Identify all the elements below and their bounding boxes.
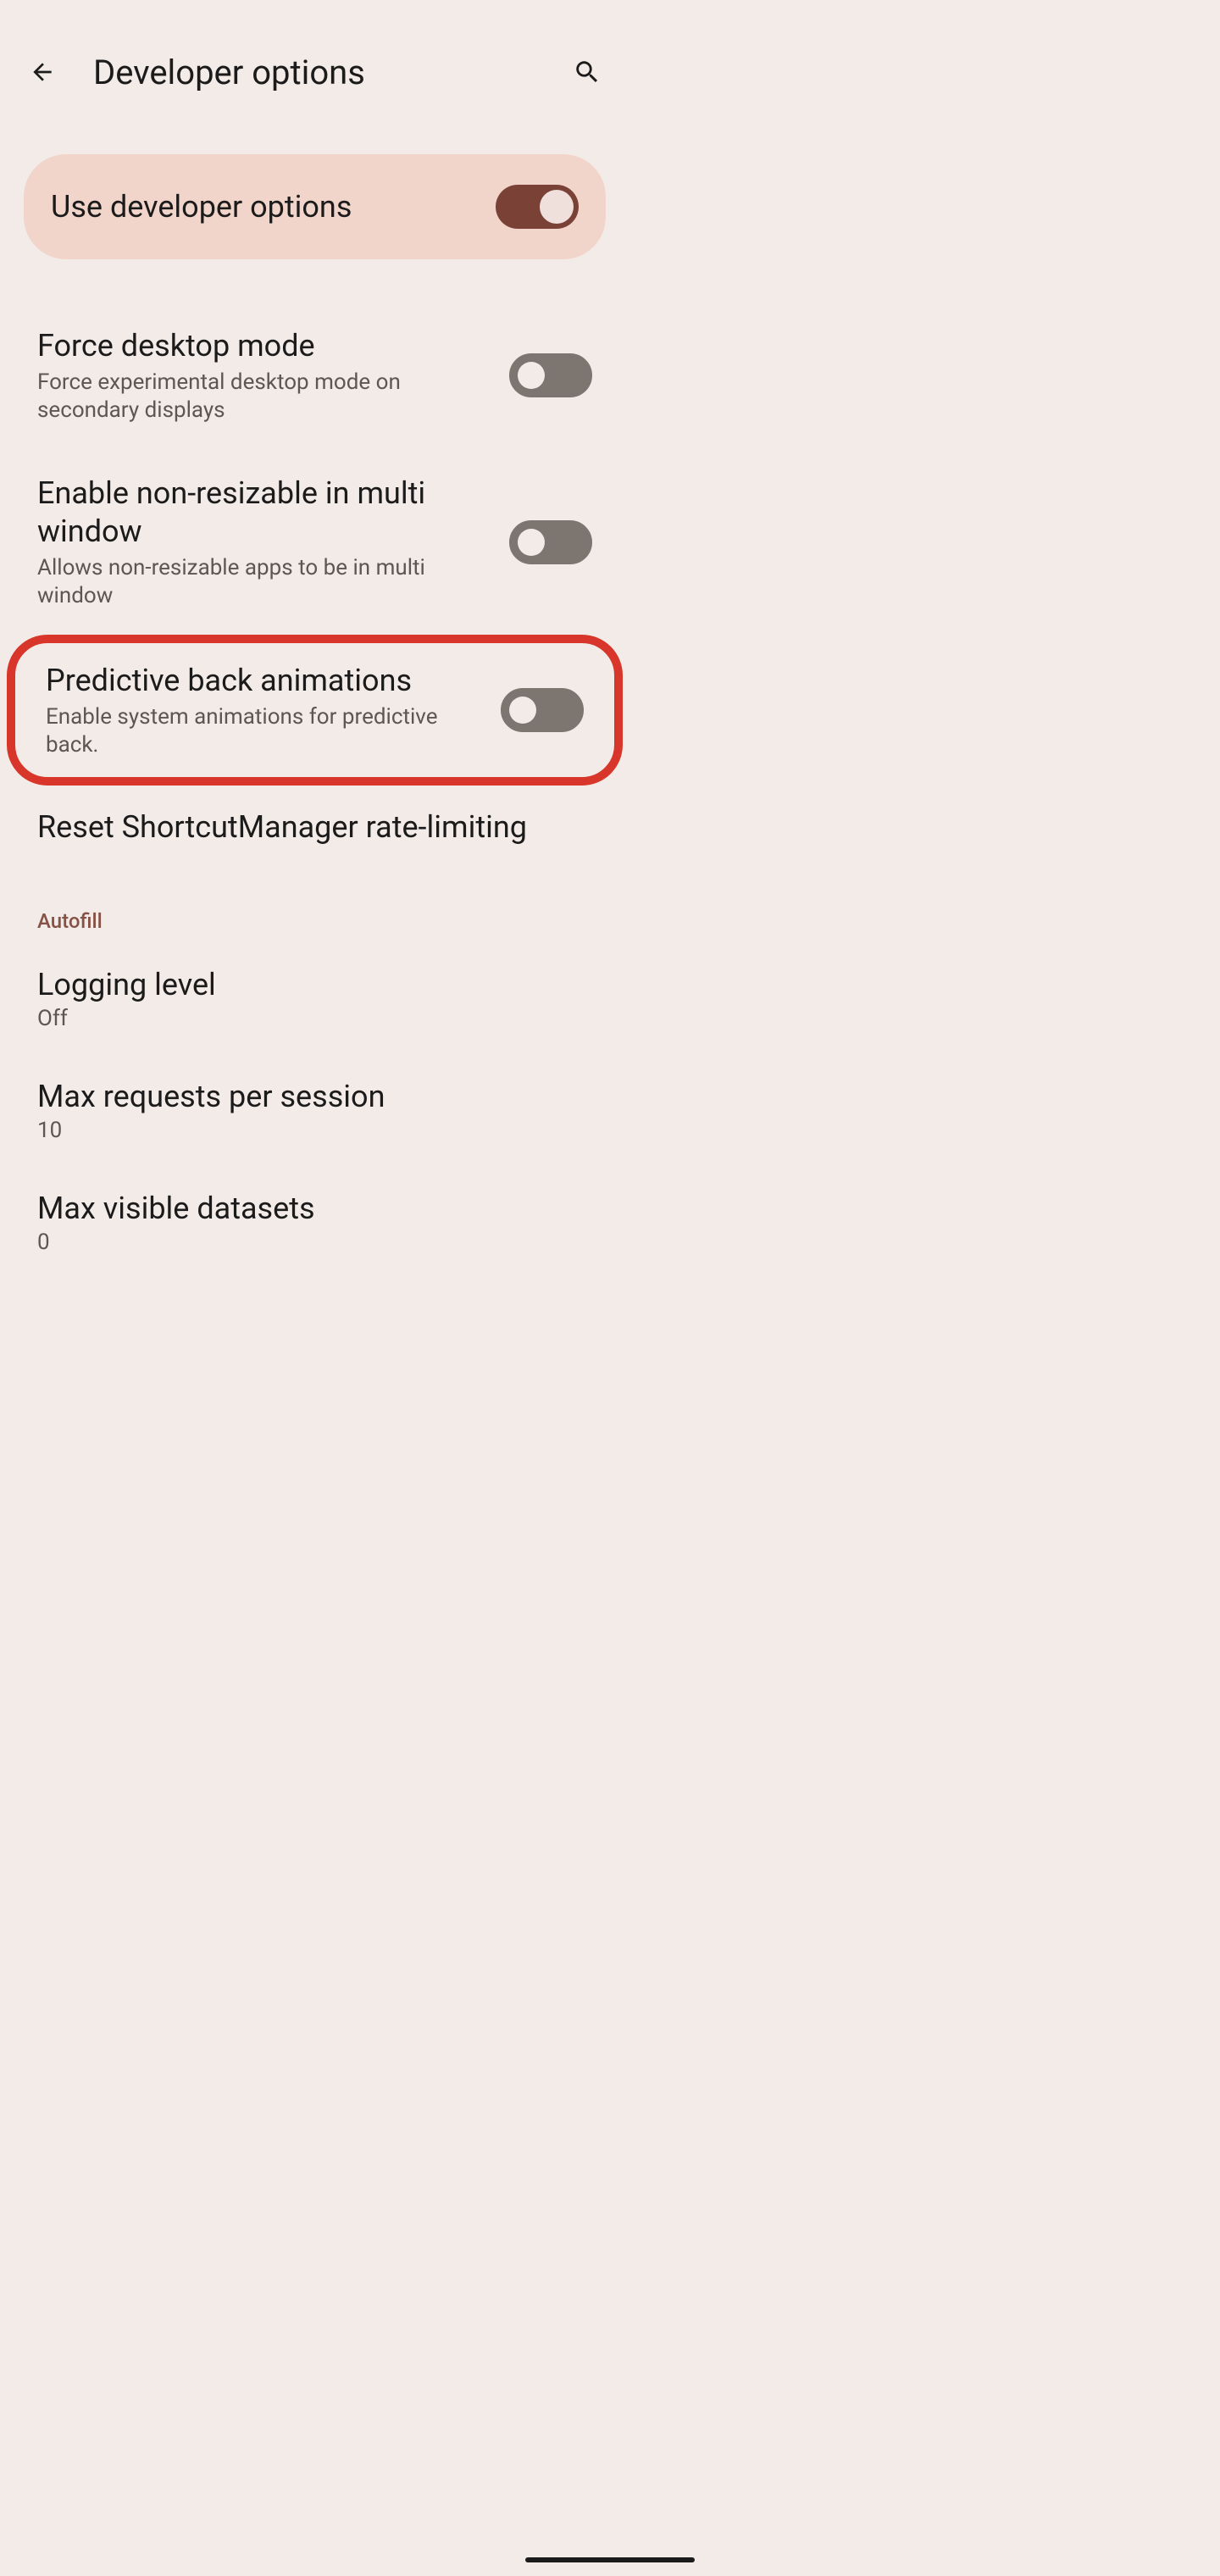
setting-value: 10 <box>37 1118 592 1143</box>
setting-reset-shortcutmanager[interactable]: Reset ShortcutManager rate-limiting <box>0 786 629 872</box>
setting-value: 0 <box>37 1230 592 1255</box>
section-header-autofill: Autofill <box>0 872 629 943</box>
setting-text: Enable non-resizable in multi window All… <box>37 475 489 609</box>
setting-title: Enable non-resizable in multi window <box>37 475 489 551</box>
setting-title: Force desktop mode <box>37 327 489 365</box>
master-toggle-card[interactable]: Use developer options <box>24 154 606 259</box>
setting-predictive-back-animations[interactable]: Predictive back animations Enable system… <box>7 635 623 786</box>
setting-max-requests[interactable]: Max requests per session 10 <box>0 1055 629 1167</box>
setting-title: Reset ShortcutManager rate-limiting <box>37 809 592 845</box>
setting-max-visible-datasets[interactable]: Max visible datasets 0 <box>0 1167 629 1279</box>
setting-text: Force desktop mode Force experimental de… <box>37 327 489 424</box>
search-icon[interactable] <box>563 48 611 96</box>
back-arrow-icon[interactable] <box>19 48 66 96</box>
setting-force-desktop-mode[interactable]: Force desktop mode Force experimental de… <box>0 302 629 449</box>
setting-title: Max requests per session <box>37 1079 592 1114</box>
setting-title: Logging level <box>37 967 592 1002</box>
setting-subtitle: Enable system animations for predictive … <box>46 703 480 758</box>
page-title: Developer options <box>93 53 563 92</box>
app-header: Developer options <box>0 0 629 129</box>
toggle-knob <box>540 190 574 224</box>
toggle-switch[interactable] <box>501 688 584 732</box>
setting-subtitle: Force experimental desktop mode on secon… <box>37 369 489 424</box>
setting-title: Max visible datasets <box>37 1191 592 1226</box>
setting-enable-non-resizable[interactable]: Enable non-resizable in multi window All… <box>0 449 629 635</box>
setting-title: Predictive back animations <box>46 662 480 700</box>
setting-logging-level[interactable]: Logging level Off <box>0 943 629 1055</box>
toggle-knob <box>509 697 536 724</box>
master-toggle-switch[interactable] <box>496 185 579 229</box>
toggle-knob <box>518 529 545 556</box>
master-toggle-label: Use developer options <box>51 189 352 225</box>
toggle-switch[interactable] <box>509 353 592 397</box>
toggle-knob <box>518 362 545 389</box>
navigation-bar-handle[interactable] <box>525 2557 695 2562</box>
setting-value: Off <box>37 1006 592 1031</box>
toggle-switch[interactable] <box>509 520 592 564</box>
setting-text: Predictive back animations Enable system… <box>46 662 480 758</box>
setting-subtitle: Allows non-resizable apps to be in multi… <box>37 554 489 609</box>
